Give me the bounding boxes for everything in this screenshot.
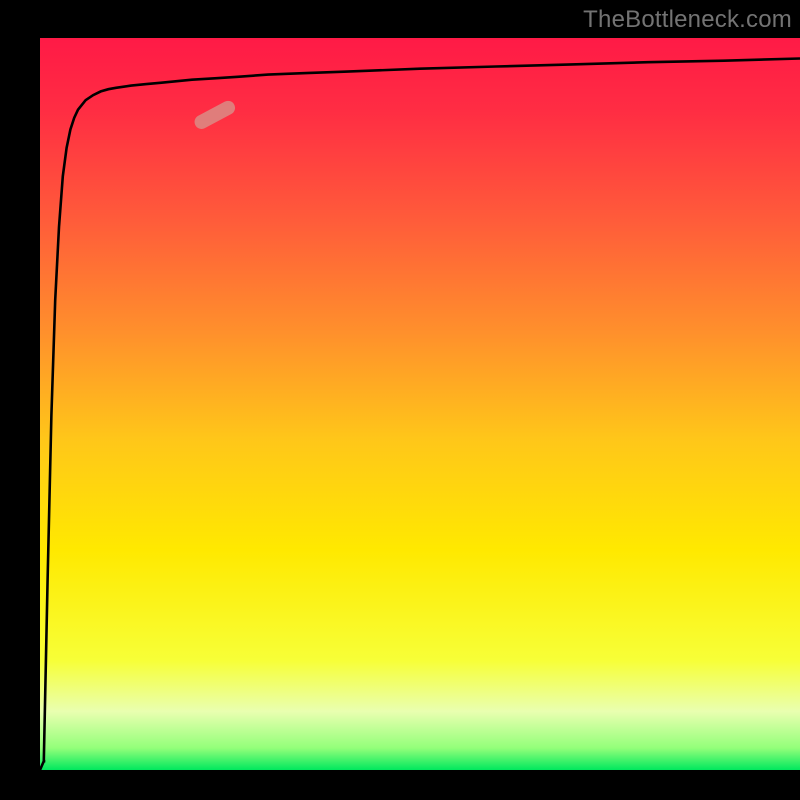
chart-container: TheBottleneck.com (0, 0, 800, 800)
chart-svg (0, 0, 800, 800)
gradient-background (40, 38, 800, 770)
watermark-text: TheBottleneck.com (583, 6, 792, 34)
